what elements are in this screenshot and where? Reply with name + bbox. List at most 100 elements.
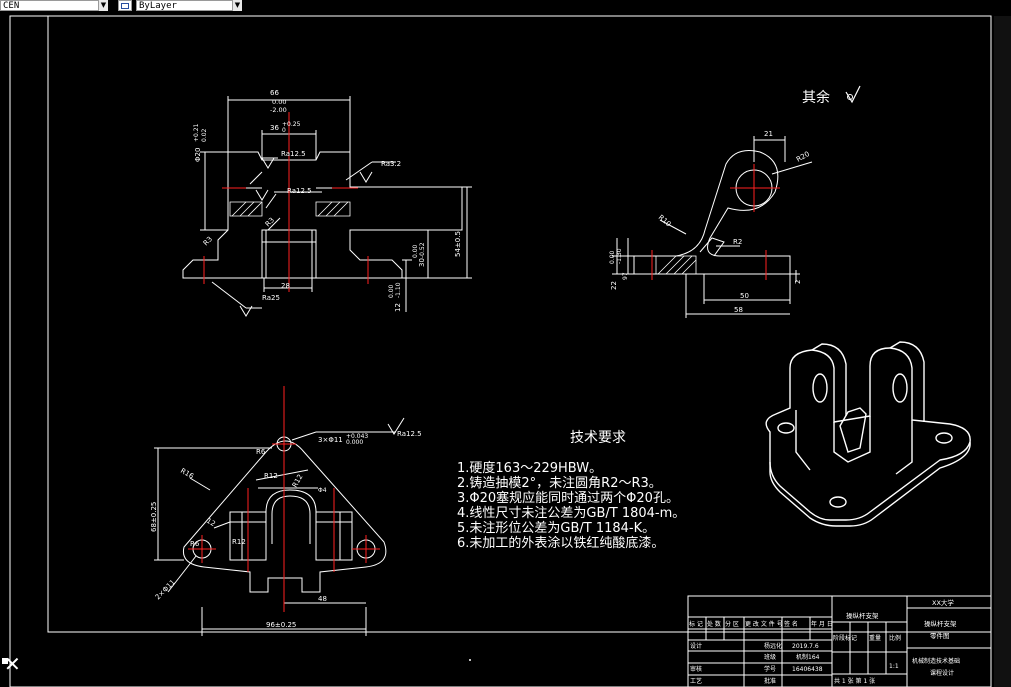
layer-value: CEN: [3, 1, 20, 11]
toolbar: CEN ▼ ByLayer ▼: [0, 0, 1011, 12]
tb-course-sub: 课程设计: [930, 669, 954, 677]
side-radius-r20: R20: [795, 150, 811, 164]
side-radius-r2: R2: [733, 238, 742, 246]
top-dim-2x: 2×Φ11: [154, 578, 177, 601]
tb-course: 机械制造技术基础: [912, 657, 960, 665]
technical-requirements: 技术要求 1.硬度163～229HBW。 2.铸造抽模2°，未注圆角R2～R3。…: [457, 430, 685, 551]
cad-drawing-canvas[interactable]: 66 0.00 -2.00 36 +0.25 0 Φ20 +0.21 0.02 …: [0, 12, 1011, 687]
top-radius-r12-a: R12: [264, 472, 278, 480]
dim-36: 36: [270, 124, 279, 132]
layer-properties-icon[interactable]: [118, 0, 132, 11]
tb-header-date: 年月日: [811, 620, 833, 628]
side-dim-2: 2: [794, 280, 802, 284]
tb-scale-label: 比例: [889, 634, 901, 642]
ucs-icon: ✕: [4, 652, 21, 676]
tech-req-item-2: 2.铸造抽模2°，未注圆角R2～R3。: [457, 475, 662, 491]
tb-drawing-type: 零件图: [930, 631, 950, 640]
scrollbar-area[interactable]: [994, 16, 1011, 687]
side-dim-58: 58: [734, 306, 743, 314]
dim-12-tol-lower: -1.10: [395, 282, 402, 298]
tb-school: XX大学: [932, 598, 954, 607]
tb-header-row: 标记 处数 分区 更改文件号 签名 年月日: [689, 620, 833, 628]
tb-class-value: 机制164: [796, 653, 820, 661]
tech-req-item-6: 6.未加工的外表涂以铁红纯酸底漆。: [457, 535, 664, 551]
tb-student-id: 16406438: [792, 666, 823, 673]
tb-date: 2019.7.6: [792, 643, 819, 650]
tb-designer-label: 设计: [690, 642, 702, 650]
top-radius-r12-c: R12: [232, 538, 246, 546]
top-ra: Ra12.5: [397, 430, 422, 438]
top-holes-tol-lower: 0.000: [346, 439, 363, 446]
top-centerlines: [188, 386, 380, 612]
tb-review-label: 审核: [690, 665, 702, 673]
roughness-note-label: 其余: [802, 89, 830, 106]
top-dim-48: 48: [318, 595, 327, 603]
side-dim-22-tol-upper: 0.00: [609, 250, 616, 264]
tb-weight-label: 重量: [869, 634, 881, 642]
ucs-origin-icon: [2, 658, 8, 664]
drawing-frame: [9, 15, 992, 687]
ra-note-4: Ra25: [262, 294, 280, 302]
dim-phi20-tol-lower: 0.02: [201, 128, 208, 142]
chevron-down-icon[interactable]: ▼: [232, 0, 242, 11]
side-dim-21: 21: [764, 130, 773, 138]
top-dim-68: 68±0.25: [150, 502, 158, 532]
tb-header-mark: 标记: [689, 620, 703, 628]
tech-req-item-4: 4.线性尺寸未注公差为GB/T 1804-m。: [457, 506, 685, 521]
tb-approve-label: 批准: [764, 677, 776, 685]
dim-54: 54±0.5: [454, 231, 462, 257]
dim-phi20: Φ20: [194, 148, 202, 162]
ra-note-2: Ra3.2: [381, 160, 401, 168]
tb-part-name: 操纵杆支架: [846, 611, 879, 620]
ra-note-1: Ra12.5: [281, 150, 306, 158]
side-dim-22: 22: [610, 281, 618, 290]
front-view: [182, 96, 472, 312]
tb-stage-label: 阶段标记: [833, 634, 857, 642]
tech-req-item-5: 5.未注形位公差为GB/T 1184-K。: [457, 521, 655, 536]
tb-drawing-name: 操纵杆支架: [924, 619, 957, 628]
style-dropdown[interactable]: ByLayer: [136, 0, 242, 11]
side-view: [612, 136, 813, 318]
isometric-view: [765, 341, 971, 527]
style-value: ByLayer: [139, 1, 177, 11]
dim-30: 30: [418, 258, 426, 267]
chevron-down-icon[interactable]: ▼: [98, 0, 108, 11]
dim-36-tol-lower: 0: [282, 127, 286, 134]
ra-note-3: Ra12.5: [287, 187, 312, 195]
roughness-symbols: [239, 157, 373, 317]
tb-header-sign: 签名: [784, 620, 798, 628]
dim-12-tol-upper: 0.00: [388, 284, 395, 298]
dim-66: 66: [270, 89, 279, 97]
dim-28: 28: [281, 282, 290, 290]
dim-phi20-tol-upper: +0.21: [193, 123, 200, 142]
top-radius-r6-b: R6: [190, 540, 200, 548]
top-radius-r12-b: R12: [291, 473, 305, 489]
radius-r3-a: R3: [264, 216, 276, 228]
tb-student-id-label: 学号: [764, 665, 776, 673]
title-block-text: 标记 处数 分区 更改文件号 签名 年月日 设计 杨远化 2019.7.6 班级…: [689, 598, 960, 685]
top-view: [154, 431, 396, 636]
tech-req-item-1: 1.硬度163～229HBW。: [457, 460, 602, 476]
top-holes: 3×Φ11: [318, 436, 343, 444]
side-dim-97: 97: [622, 272, 629, 280]
tb-process-label: 工艺: [690, 677, 702, 685]
tb-sheet-info: 共 1 张 第 1 张: [834, 677, 875, 685]
tb-header-zone: 分区: [725, 620, 739, 628]
top-dim-12: 12: [205, 517, 217, 528]
origin-marker: [469, 659, 471, 661]
top-radius-r16: R16: [179, 467, 195, 481]
layer-dropdown[interactable]: CEN: [0, 0, 108, 11]
dim-30-tol-upper: 0.00: [412, 244, 419, 258]
top-dim-96: 96±0.25: [266, 621, 296, 629]
default-roughness-note: 其余: [802, 85, 861, 106]
top-radius-r6-a: R6: [256, 448, 266, 456]
tech-req-item-3: 3.Φ20塞规应能同时通过两个Φ20孔。: [457, 490, 679, 506]
tb-scale-value: 1:1: [889, 663, 899, 670]
dim-12: 12: [394, 303, 402, 312]
tb-header-change-doc: 更改文件号: [745, 620, 783, 628]
dim-66-tol-upper: 0.00: [272, 98, 286, 106]
tb-class-label: 班级: [764, 653, 776, 661]
tb-header-count: 处数: [707, 620, 721, 628]
side-dim-50: 50: [740, 292, 749, 300]
dim-30-tol-lower: -0.52: [419, 242, 426, 258]
